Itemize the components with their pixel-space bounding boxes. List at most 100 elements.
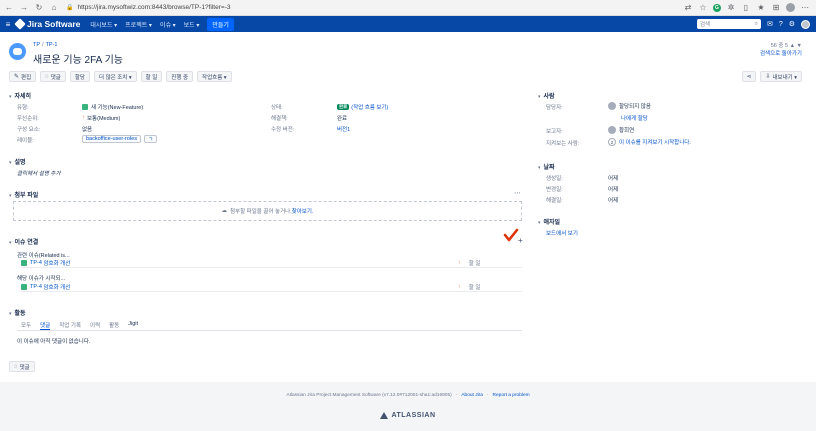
tab-comments[interactable]: 댓글 xyxy=(40,321,51,330)
add-link-icon[interactable]: + xyxy=(518,236,523,245)
breadcrumb-issue-key[interactable]: TP-1 xyxy=(46,42,58,48)
linked-issue-key[interactable]: TP-4 xyxy=(30,284,42,290)
label-chip[interactable]: backoffice-user-roles xyxy=(82,135,141,143)
issue-links-header[interactable]: ▾ 이슈 연결 xyxy=(9,237,38,246)
workflow-button[interactable]: 작업흐름 ▾ xyxy=(197,71,232,82)
tab-all[interactable]: 모두 xyxy=(21,321,31,330)
user-avatar[interactable] xyxy=(801,19,810,29)
home-icon[interactable]: ⌂ xyxy=(48,2,60,14)
collections-icon[interactable]: ⊞ xyxy=(771,2,781,14)
view-workflow-link[interactable]: (작업 흐름 보기) xyxy=(351,103,388,111)
comment-icon: ◌ xyxy=(45,73,49,80)
tab-worklog[interactable]: 작업 기록 xyxy=(59,321,81,330)
browse-link[interactable]: 찾아보기. xyxy=(292,207,314,215)
translate-icon[interactable]: ⇄ xyxy=(683,2,693,14)
chevron-down-icon: ▾ xyxy=(9,94,12,100)
type-value[interactable]: 새 기능(New-Feature) xyxy=(82,103,143,111)
help-icon[interactable]: ? xyxy=(779,21,783,28)
favorite-icon[interactable]: ☆ xyxy=(698,2,708,14)
about-jira-link[interactable]: About Jira xyxy=(461,393,483,398)
nav-boards[interactable]: 보드 ▾ xyxy=(184,20,200,29)
attachment-dropzone[interactable]: ☁ 첨부할 파일을 끌어 놓거나, 찾아보기. xyxy=(13,201,522,221)
component-value[interactable]: 없음 xyxy=(82,125,92,133)
details-header[interactable]: ▾ 자세히 xyxy=(9,91,31,100)
priority-value[interactable]: ↑ 보통(Medium) xyxy=(82,114,120,122)
people-header[interactable]: ▾ 사람 xyxy=(538,91,555,100)
reload-icon[interactable]: ↻ xyxy=(33,2,45,14)
breadcrumb-project[interactable]: TP xyxy=(33,42,40,48)
issue-summary[interactable]: 새로운 기능 2FA 기능 xyxy=(33,51,123,66)
export-icon: ⇩ xyxy=(765,74,771,80)
extension-icon[interactable]: G xyxy=(713,3,721,12)
atlassian-logo[interactable]: ATLASSIAN xyxy=(0,412,816,419)
footer-links: Atlassian Jira Project Management Softwa… xyxy=(286,393,530,398)
label-chip[interactable]: ㄱ xyxy=(143,135,158,143)
agile-header[interactable]: ▾ 애자일 xyxy=(538,217,560,226)
add-comment-button[interactable]: ◌ 댓글 xyxy=(9,361,35,372)
new-feature-icon xyxy=(82,104,88,110)
issue-toolbar: ✎ 편집 ◌ 댓글 할당 더 많은 조치 ▾ 할 일 진행 중 작업흐름 ▾ xyxy=(9,71,232,82)
pager-count: 56 중 5 xyxy=(770,43,789,49)
watchers-count[interactable]: 2 xyxy=(608,138,616,146)
linked-issue-key[interactable]: TP-4 xyxy=(30,260,42,266)
jira-logo[interactable]: Jira Software xyxy=(14,18,80,30)
more-actions-button[interactable]: 더 많은 조치 ▾ xyxy=(93,71,137,82)
attachments-more-icon[interactable]: ⋯ xyxy=(514,189,521,197)
link-row[interactable]: TP-4 암호화 개선 ↑ 할 일 xyxy=(21,259,522,268)
nav-dashboards[interactable]: 대시보드 ▾ xyxy=(90,20,117,29)
back-icon[interactable]: ← xyxy=(3,2,15,14)
more-icon[interactable]: ⋯ xyxy=(800,2,810,14)
description-header[interactable]: ▾ 설명 xyxy=(9,157,26,166)
link-group-label: 해당 이슈가 시작되... xyxy=(17,276,66,282)
forward-icon[interactable]: → xyxy=(18,2,30,14)
split-icon[interactable]: ▯ xyxy=(741,2,751,14)
view-on-board-link[interactable]: 보드에서 보기 xyxy=(546,229,578,237)
assign-to-me-link[interactable]: 나에게 할당 xyxy=(621,114,648,122)
chevron-down-icon: ▾ xyxy=(538,165,541,171)
link-row[interactable]: TP-4 암호화 개선 ↑ 할 일 xyxy=(21,283,522,292)
favorites-bar-icon[interactable]: ★ xyxy=(756,2,766,14)
share-button[interactable]: ⋖ xyxy=(741,71,757,82)
dates-header[interactable]: ▾ 날짜 xyxy=(538,162,555,171)
nav-issues[interactable]: 이슈 ▾ xyxy=(160,20,176,29)
next-icon[interactable]: ▼ xyxy=(797,43,802,49)
extensions-icon[interactable]: ✲ xyxy=(726,2,736,14)
start-watching-link[interactable]: 이 이슈를 지켜보기 시작합니다. xyxy=(619,138,691,146)
report-problem-link[interactable]: Report a problem xyxy=(493,393,530,398)
create-button[interactable]: 만들기 xyxy=(207,17,234,31)
description-placeholder[interactable]: 클릭해서 설명 추가 xyxy=(17,169,61,177)
activity-header[interactable]: ▾ 활동 xyxy=(9,308,26,317)
search-icon: ⌕ xyxy=(754,20,758,27)
address-bar[interactable]: 🔒 https://jira.mysoftwiz.com:8443/browse… xyxy=(66,2,626,13)
tab-history[interactable]: 이력 xyxy=(90,321,100,330)
prev-icon[interactable]: ▲ xyxy=(790,43,795,49)
chevron-down-icon: ▾ xyxy=(9,160,12,166)
fix-version-value[interactable]: 버전1 xyxy=(337,125,350,133)
created-label: 생성일: xyxy=(546,176,563,182)
back-to-search-link[interactable]: 검색으로 돌아가기 xyxy=(760,50,802,58)
linked-issue-summary[interactable]: 암호화 개선 xyxy=(43,283,70,291)
attachments-header[interactable]: ▾ 첨부 파일 xyxy=(9,190,38,199)
profile-avatar[interactable] xyxy=(786,3,795,12)
reporter-value[interactable]: 황희연 xyxy=(608,126,634,134)
assignee-value[interactable]: 할당되지 않음 xyxy=(608,102,651,110)
tab-activity[interactable]: 활동 xyxy=(109,321,119,330)
linked-issue-summary[interactable]: 암호화 개선 xyxy=(43,259,70,267)
priority-arrow-icon: ↑ xyxy=(458,284,461,290)
priority-arrow-icon: ↑ xyxy=(82,115,85,121)
todo-button[interactable]: 할 일 xyxy=(140,71,163,82)
nav-projects[interactable]: 프로젝트 ▾ xyxy=(125,20,152,29)
search-input[interactable]: 검색 ⌕ xyxy=(696,19,761,29)
tab-jigit[interactable]: Jigit xyxy=(128,321,138,330)
tabs-divider xyxy=(17,330,522,331)
assign-button[interactable]: 할당 xyxy=(69,71,90,82)
status-label: 상태: xyxy=(271,105,283,111)
comment-button[interactable]: ◌ 댓글 xyxy=(40,71,66,82)
no-comments-message: 이 이슈에 아직 댓글이 없습니다. xyxy=(17,339,91,345)
settings-icon[interactable]: ⚙ xyxy=(789,20,795,28)
export-button[interactable]: ⇩ 내보내기 ▾ xyxy=(760,71,802,82)
in-progress-button[interactable]: 진행 중 xyxy=(166,71,194,82)
status-lozenge: 완료 xyxy=(337,104,350,110)
notifications-icon[interactable]: ✉ xyxy=(767,20,773,28)
edit-button[interactable]: ✎ 편집 xyxy=(9,71,37,82)
